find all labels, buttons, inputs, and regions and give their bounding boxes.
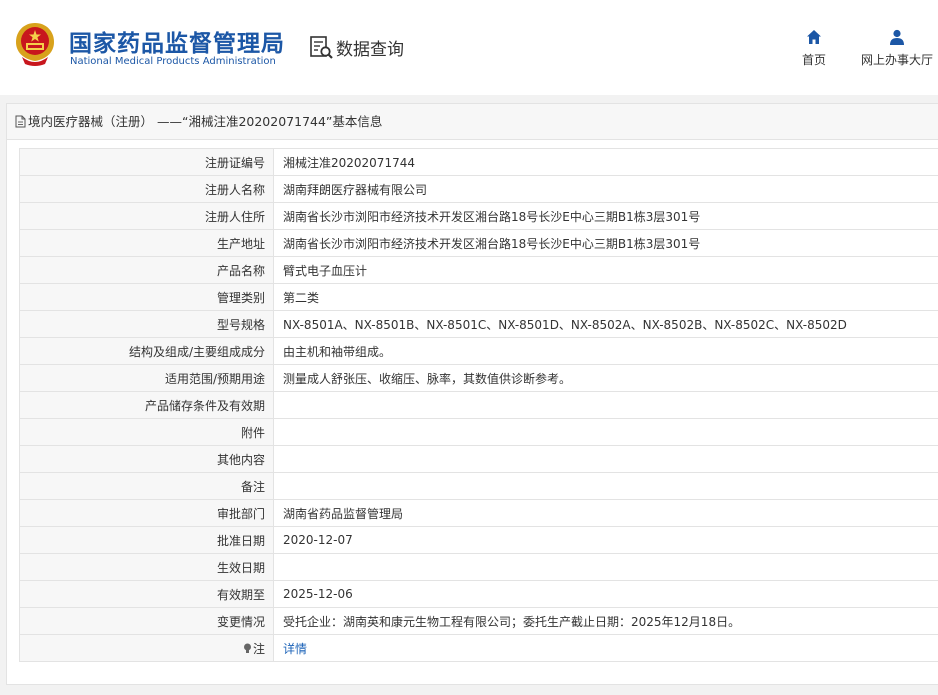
field-value: [273, 391, 938, 419]
field-label: 有效期至: [19, 580, 274, 608]
field-label: 结构及组成/主要组成成分: [19, 337, 274, 365]
table-row: 审批部门 湖南省药品监督管理局: [19, 499, 938, 527]
field-value: 第二类: [273, 283, 938, 311]
table-row: 注册人名称 湖南拜朗医疗器械有限公司: [19, 175, 938, 203]
field-label: 注册人名称: [19, 175, 274, 203]
field-label: 产品名称: [19, 256, 274, 284]
document-icon: [15, 115, 26, 128]
agency-name-en: National Medical Products Administration: [70, 56, 276, 67]
field-label: 变更情况: [19, 607, 274, 635]
table-row-note: 注 详情: [19, 634, 938, 662]
table-row: 适用范围/预期用途 测量成人舒张压、收缩压、脉率，其数值供诊断参考。: [19, 364, 938, 392]
agency-name-cn: 国家药品监督管理局: [69, 31, 285, 57]
field-label-note: 注: [19, 634, 274, 662]
table-row: 型号规格 NX-8501A、NX-8501B、NX-8501C、NX-8501D、…: [19, 310, 938, 338]
field-value: [273, 472, 938, 500]
table-row: 备注: [19, 472, 938, 500]
registration-info-table: 注册证编号 湘械注准20202071744 注册人名称 湖南拜朗医疗器械有限公司 注册人…: [19, 148, 938, 662]
data-query-label: 数据查询: [336, 39, 404, 60]
card-title: 境内医疗器械（注册） ——“湘械注准20202071744”基本信息: [7, 104, 938, 140]
nav-online-service-hall[interactable]: 网上办事大厅: [858, 29, 936, 68]
site-header: 国家药品监督管理局 National Medical Products Admi…: [0, 0, 938, 95]
national-emblem-icon: [16, 23, 54, 66]
field-label: 管理类别: [19, 283, 274, 311]
field-value: 湘械注准20202071744: [273, 148, 938, 176]
table-row: 注册人住所 湖南省长沙市浏阳市经济技术开发区湘台路18号长沙E中心三期B1栋3层3…: [19, 202, 938, 230]
user-icon: [890, 29, 904, 45]
table-row: 变更情况 受托企业：湖南英和康元生物工程有限公司；委托生产截止日期：2025年12…: [19, 607, 938, 635]
data-query-title: 数据查询: [308, 34, 404, 60]
nav-home[interactable]: 首页: [797, 29, 831, 68]
table-row: 其他内容: [19, 445, 938, 473]
field-label: 附件: [19, 418, 274, 446]
table-row: 管理类别 第二类: [19, 283, 938, 311]
document-search-icon: [310, 36, 333, 59]
field-label: 适用范围/预期用途: [19, 364, 274, 392]
field-label: 型号规格: [19, 310, 274, 338]
table-row: 批准日期 2020-12-07: [19, 526, 938, 554]
field-value: [273, 553, 938, 581]
field-label: 生产地址: [19, 229, 274, 257]
field-value: 2025-12-06: [273, 580, 938, 608]
field-value: 2020-12-07: [273, 526, 938, 554]
field-value: 湖南省药品监督管理局: [273, 499, 938, 527]
field-value: [273, 418, 938, 446]
nav-home-label: 首页: [801, 53, 826, 67]
table-row: 结构及组成/主要组成成分 由主机和袖带组成。: [19, 337, 938, 365]
info-card: 境内医疗器械（注册） ——“湘械注准20202071744”基本信息 注册证编号…: [6, 103, 938, 685]
lightbulb-icon: [243, 643, 251, 653]
field-label: 备注: [19, 472, 274, 500]
field-label: 生效日期: [19, 553, 274, 581]
field-value: NX-8501A、NX-8501B、NX-8501C、NX-8501D、NX-8…: [273, 310, 938, 338]
field-value: 测量成人舒张压、收缩压、脉率，其数值供诊断参考。: [273, 364, 938, 392]
nav-online-service-hall-label: 网上办事大厅: [860, 53, 933, 67]
field-value: [273, 445, 938, 473]
note-label: 注: [252, 641, 265, 656]
table-row: 生效日期: [19, 553, 938, 581]
table-row: 生产地址 湖南省长沙市浏阳市经济技术开发区湘台路18号长沙E中心三期B1栋3层30…: [19, 229, 938, 257]
field-label: 其他内容: [19, 445, 274, 473]
field-value: 臂式电子血压计: [273, 256, 938, 284]
field-label: 注册人住所: [19, 202, 274, 230]
field-value: 湖南省长沙市浏阳市经济技术开发区湘台路18号长沙E中心三期B1栋3层301号: [273, 229, 938, 257]
table-row: 注册证编号 湘械注准20202071744: [19, 148, 938, 176]
table-row: 有效期至 2025-12-06: [19, 580, 938, 608]
field-value: 由主机和袖带组成。: [273, 337, 938, 365]
field-label: 审批部门: [19, 499, 274, 527]
field-value: 湖南省长沙市浏阳市经济技术开发区湘台路18号长沙E中心三期B1栋3层301号: [273, 202, 938, 230]
table-row: 附件: [19, 418, 938, 446]
field-value: 湖南拜朗医疗器械有限公司: [273, 175, 938, 203]
field-label: 产品储存条件及有效期: [19, 391, 274, 419]
details-link[interactable]: 详情: [283, 642, 307, 656]
home-icon: [807, 30, 821, 44]
table-row: 产品储存条件及有效期: [19, 391, 938, 419]
table-row: 产品名称 臂式电子血压计: [19, 256, 938, 284]
field-label: 注册证编号: [19, 148, 274, 176]
field-label: 批准日期: [19, 526, 274, 554]
field-value: 受托企业：湖南英和康元生物工程有限公司；委托生产截止日期：2025年12月18日…: [273, 607, 938, 635]
card-title-text: 境内医疗器械（注册） ——“湘械注准20202071744”基本信息: [28, 114, 383, 129]
field-value-note: 详情: [273, 634, 938, 662]
